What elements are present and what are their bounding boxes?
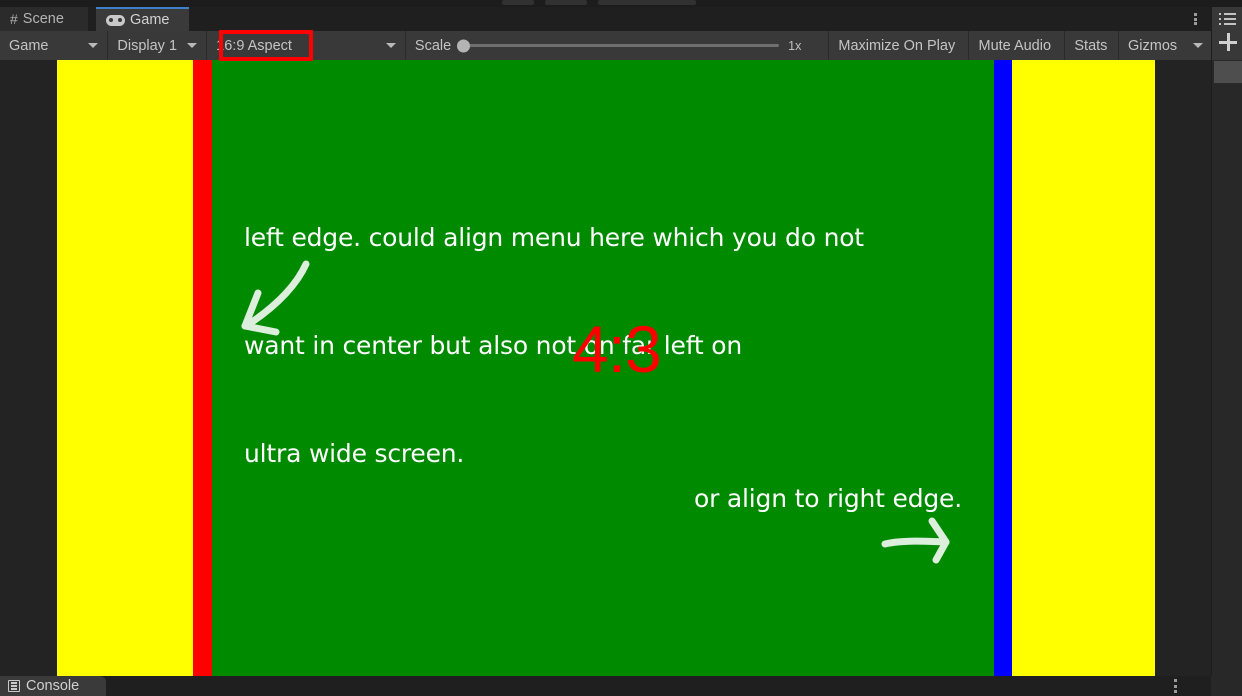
annotation-line: ultra wide screen.: [244, 439, 465, 468]
stats-label: Stats: [1074, 37, 1108, 54]
kebab-menu-icon[interactable]: [1187, 11, 1203, 27]
scale-slider-group[interactable]: Scale 1x: [406, 31, 810, 60]
tab-game[interactable]: Game: [96, 7, 189, 31]
mute-audio-button[interactable]: Mute Audio: [969, 31, 1066, 60]
right-pointing-arrow-icon: [881, 517, 950, 564]
toolbar-sliver-segment: [545, 0, 587, 5]
mute-audio-label: Mute Audio: [978, 37, 1052, 54]
plus-icon[interactable]: [1219, 33, 1237, 51]
console-line: [10, 688, 17, 690]
scale-label: Scale: [414, 37, 452, 54]
annotation-line: want in center but also not on far left …: [244, 331, 742, 360]
unity-editor-window: # Scene Game Game Display 1 16:9 Aspect …: [0, 0, 1242, 696]
toolbar-sliver-segment: [598, 0, 696, 5]
console-tab-bar: Console: [0, 676, 1211, 696]
list-bullet: [1219, 23, 1221, 25]
kebab-dot: [1193, 13, 1197, 16]
right-marker-blue-band: [994, 60, 1012, 676]
tab-scene-label: Scene: [22, 11, 64, 27]
toolbar-sliver-segment: [502, 0, 534, 5]
left-pointing-arrow-icon: [241, 260, 310, 336]
list-bullet: [1219, 13, 1221, 15]
right-letterbox-yellow-band: [1012, 60, 1155, 676]
gizmos-label: Gizmos: [1128, 37, 1178, 54]
aspect-ratio-label: 16:9 Aspect: [216, 37, 292, 54]
scale-value: 1x: [788, 38, 802, 53]
bottom-rail-filler: [1211, 676, 1242, 696]
annotation-line: left edge. could align menu here which y…: [244, 223, 864, 252]
right-side-rail: [1211, 7, 1242, 696]
tab-console-label: Console: [26, 678, 80, 694]
grid-icon: #: [10, 11, 18, 27]
maximize-on-play-label: Maximize On Play: [838, 37, 956, 54]
list-line: [1224, 23, 1236, 25]
rail-scrollbar-thumb[interactable]: [1214, 61, 1242, 83]
list-bullet: [1219, 18, 1221, 20]
chevron-down-icon: [88, 43, 99, 48]
tab-game-label: Game: [130, 12, 170, 28]
kebab-dot: [1193, 22, 1197, 25]
scale-slider-track[interactable]: [457, 39, 780, 52]
chevron-down-icon: [1193, 43, 1204, 48]
aspect-ratio-dropdown[interactable]: 16:9 Aspect: [207, 31, 406, 60]
console-icon: [8, 680, 20, 692]
gamepad-icon: [106, 14, 125, 26]
kebab-dot: [1173, 684, 1177, 688]
left-letterbox-yellow-band: [57, 60, 193, 676]
stats-button[interactable]: Stats: [1065, 31, 1119, 60]
view-mode-label: Game: [9, 37, 49, 54]
left-marker-red-band: [193, 60, 212, 676]
scale-slider[interactable]: 1x: [457, 38, 802, 53]
maximize-on-play-button[interactable]: Maximize On Play: [828, 31, 970, 60]
top-toolbar-sliver: [0, 0, 1242, 7]
kebab-dot: [1193, 17, 1197, 21]
scale-slider-knob[interactable]: [457, 39, 471, 52]
right-edge-annotation-text: or align to right edge.: [694, 484, 962, 513]
view-mode-dropdown[interactable]: Game: [0, 31, 109, 60]
list-view-icon[interactable]: [1219, 13, 1236, 26]
console-line: [10, 685, 17, 687]
aspect-ratio-overlay-label: 4:3: [572, 312, 662, 386]
kebab-dot: [1173, 689, 1177, 693]
game-viewport[interactable]: left edge. could align menu here which y…: [0, 60, 1211, 676]
game-view-toolbar: Game Display 1 16:9 Aspect Scale 1x Maxi…: [0, 31, 1211, 60]
display-dropdown[interactable]: Display 1: [108, 31, 208, 60]
list-line: [1224, 18, 1236, 20]
display-label: Display 1: [117, 37, 178, 54]
gizmos-dropdown[interactable]: Gizmos: [1119, 31, 1211, 60]
kebab-menu-icon[interactable]: [1168, 677, 1182, 695]
chevron-down-icon: [385, 43, 396, 48]
tab-console[interactable]: Console: [0, 676, 106, 696]
tab-scene[interactable]: # Scene: [0, 7, 88, 31]
list-line: [1224, 13, 1236, 15]
panel-tab-bar: # Scene Game: [0, 7, 1211, 31]
chevron-down-icon: [187, 43, 198, 48]
rail-toolbar: [1212, 7, 1242, 60]
kebab-dot: [1173, 679, 1177, 683]
console-line: [10, 682, 17, 684]
